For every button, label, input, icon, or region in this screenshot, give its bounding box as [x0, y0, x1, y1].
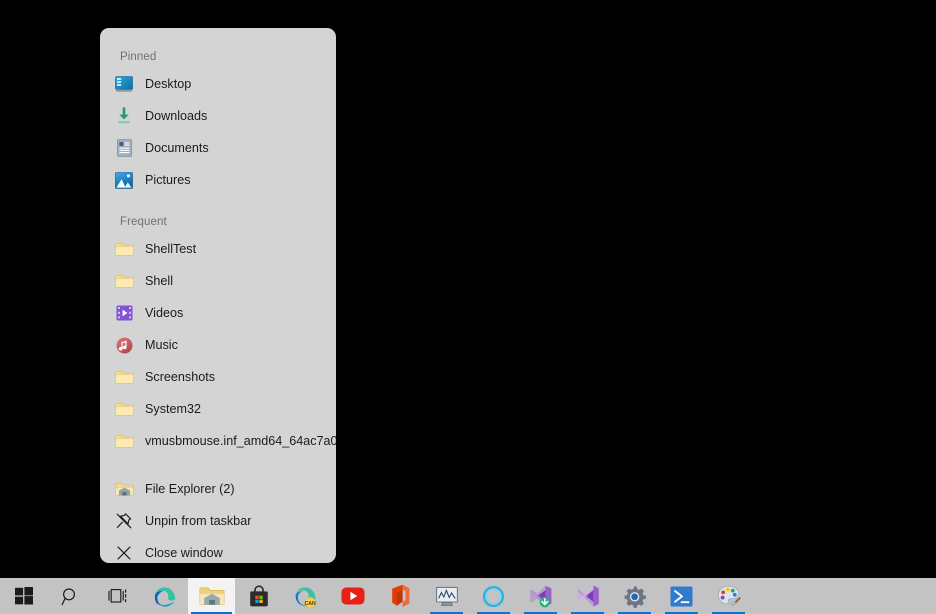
settings-gear-icon — [623, 585, 646, 608]
taskbar-item-paint[interactable] — [705, 578, 752, 614]
visual-studio-icon — [576, 584, 600, 608]
start-button[interactable] — [0, 578, 47, 614]
jumplist-item-label: ShellTest — [145, 242, 196, 256]
search-button[interactable] — [47, 578, 94, 614]
folder-icon — [112, 237, 136, 261]
jumplist-action-label: Unpin from taskbar — [145, 514, 251, 528]
file-explorer-icon — [199, 585, 225, 607]
taskbar-item-office[interactable] — [376, 578, 423, 614]
task-view-button[interactable] — [94, 578, 141, 614]
jumplist-group-header-pinned: Pinned — [100, 46, 336, 68]
taskbar: CAN — [0, 578, 936, 614]
visual-studio-installer-icon — [529, 584, 553, 608]
taskbar-item-powershell[interactable] — [658, 578, 705, 614]
performance-monitor-icon — [435, 586, 459, 607]
youtube-icon — [341, 587, 365, 605]
edge-canary-badge-text: CAN — [305, 600, 316, 606]
taskbar-item-youtube[interactable] — [329, 578, 376, 614]
taskbar-item-edge[interactable] — [141, 578, 188, 614]
taskbar-item-settings[interactable] — [611, 578, 658, 614]
close-icon — [112, 541, 136, 563]
taskbar-item-file-explorer[interactable] — [188, 578, 235, 614]
jumplist-group-header-frequent: Frequent — [100, 211, 336, 233]
edge-canary-icon: CAN — [293, 584, 318, 609]
jumplist-item-label: Screenshots — [145, 370, 215, 384]
paint-icon — [717, 584, 741, 608]
microsoft-office-icon — [390, 584, 410, 608]
edge-icon — [153, 584, 177, 608]
jumplist-item-system32[interactable]: System32 — [100, 393, 336, 425]
folder-icon — [112, 269, 136, 293]
folder-icon — [112, 429, 136, 453]
jumplist-item-screenshots[interactable]: Screenshots — [100, 361, 336, 393]
jumplist-item-label: vmusbmouse.inf_amd64_64ac7a0a... — [145, 434, 336, 448]
jumplist-item-label: Downloads — [145, 109, 207, 123]
jumplist-item-downloads[interactable]: Downloads — [100, 100, 336, 132]
jumplist-item-documents[interactable]: Documents — [100, 132, 336, 164]
jumplist-item-music[interactable]: Music — [100, 329, 336, 361]
jumplist-separator-gap — [100, 457, 336, 473]
jumplist-item-pictures[interactable]: Pictures — [100, 164, 336, 196]
downloads-icon — [112, 104, 136, 128]
jumplist-item-label: Shell — [145, 274, 173, 288]
windows-logo-icon — [15, 587, 33, 605]
videos-icon — [112, 301, 136, 325]
file-explorer-jump-list: Pinned Desktop Downloads — [100, 28, 336, 563]
taskbar-item-cortana[interactable] — [470, 578, 517, 614]
powershell-icon — [670, 586, 693, 607]
file-explorer-icon — [112, 477, 136, 501]
jumplist-item-videos[interactable]: Videos — [100, 297, 336, 329]
jumplist-item-label: Desktop — [145, 77, 191, 91]
jumplist-action-label: File Explorer (2) — [145, 482, 235, 496]
taskbar-item-edge-canary[interactable]: CAN — [282, 578, 329, 614]
taskbar-item-visual-studio[interactable] — [564, 578, 611, 614]
jumplist-action-unpin[interactable]: Unpin from taskbar — [100, 505, 336, 537]
taskbar-item-monitor[interactable] — [423, 578, 470, 614]
music-icon — [112, 333, 136, 357]
jumplist-item-shelltest[interactable]: ShellTest — [100, 233, 336, 265]
search-icon — [61, 587, 80, 606]
jumplist-action-label: Close window — [145, 546, 223, 560]
microsoft-store-icon — [248, 585, 270, 608]
jumplist-item-label: Pictures — [145, 173, 191, 187]
cortana-icon — [482, 585, 505, 608]
unpin-icon — [112, 509, 136, 533]
task-view-icon — [108, 587, 128, 605]
jumplist-item-vmusbmouse[interactable]: vmusbmouse.inf_amd64_64ac7a0a... — [100, 425, 336, 457]
jumplist-item-label: System32 — [145, 402, 201, 416]
taskbar-item-store[interactable] — [235, 578, 282, 614]
folder-icon — [112, 365, 136, 389]
taskbar-item-vs-installer[interactable] — [517, 578, 564, 614]
folder-icon — [112, 397, 136, 421]
jumplist-item-shell[interactable]: Shell — [100, 265, 336, 297]
jumplist-item-label: Videos — [145, 306, 183, 320]
jumplist-item-label: Documents — [145, 141, 209, 155]
desktop-icon — [112, 72, 136, 96]
jumplist-action-close[interactable]: Close window — [100, 537, 336, 563]
pictures-icon — [112, 168, 136, 192]
jumplist-item-label: Music — [145, 338, 178, 352]
jumplist-action-file-explorer[interactable]: File Explorer (2) — [100, 473, 336, 505]
documents-icon — [112, 136, 136, 160]
jumplist-item-desktop[interactable]: Desktop — [100, 68, 336, 100]
